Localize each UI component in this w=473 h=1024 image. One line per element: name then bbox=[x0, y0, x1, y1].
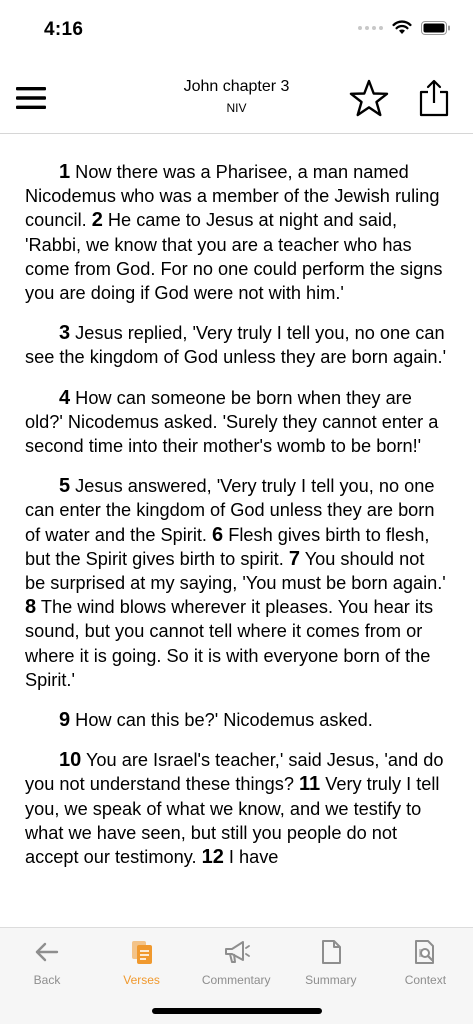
tab-summary[interactable]: Summary bbox=[284, 928, 378, 998]
home-indicator bbox=[152, 1008, 322, 1014]
verse-paragraph: 4 How can someone be born when they are … bbox=[25, 386, 448, 459]
verse-text: The wind blows wherever it pleases. You … bbox=[25, 597, 434, 690]
tab-context[interactable]: Context bbox=[378, 928, 472, 998]
back-arrow-icon bbox=[33, 938, 61, 966]
tab-verses[interactable]: Verses bbox=[95, 928, 189, 998]
verse-number[interactable]: 10 bbox=[59, 749, 81, 771]
context-search-icon bbox=[411, 938, 439, 966]
verse-text: How can this be?' Nicodemus asked. bbox=[70, 710, 373, 731]
verse-number[interactable]: 9 bbox=[59, 709, 70, 731]
translation-label: NIV bbox=[226, 101, 247, 115]
tab-label: Context bbox=[404, 973, 447, 987]
tab-commentary[interactable]: Commentary bbox=[189, 928, 283, 998]
verse-number[interactable]: 3 bbox=[59, 322, 70, 344]
status-time: 4:16 bbox=[44, 19, 84, 40]
tab-label: Verses bbox=[123, 973, 160, 987]
verse-number[interactable]: 2 bbox=[92, 209, 103, 231]
verse-paragraph: 9 How can this be?' Nicodemus asked. bbox=[25, 708, 448, 732]
share-icon[interactable] bbox=[418, 79, 450, 117]
verse-text: How can someone be born when they are ol… bbox=[25, 387, 439, 457]
tab-back[interactable]: Back bbox=[0, 928, 94, 998]
status-bar: 4:16 bbox=[0, 0, 473, 56]
verse-paragraph: 1 Now there was a Pharisee, a man named … bbox=[25, 160, 448, 305]
verse-number[interactable]: 1 bbox=[59, 161, 70, 183]
verse-paragraph: 5 Jesus answered, 'Very truly I tell you… bbox=[25, 474, 448, 692]
verse-number[interactable]: 8 bbox=[25, 596, 36, 618]
chapter-text[interactable]: 1 Now there was a Pharisee, a man named … bbox=[0, 134, 473, 927]
megaphone-icon bbox=[222, 938, 251, 966]
wifi-icon bbox=[392, 20, 412, 34]
verse-number[interactable]: 4 bbox=[59, 387, 70, 409]
verse-number[interactable]: 6 bbox=[212, 524, 223, 546]
verse-number[interactable]: 7 bbox=[289, 548, 300, 570]
tab-label: Back bbox=[33, 973, 61, 987]
verse-number[interactable]: 12 bbox=[202, 846, 224, 868]
battery-icon bbox=[421, 20, 450, 35]
verse-text: I have bbox=[223, 847, 279, 868]
nav-bar: John chapter 3 NIV bbox=[0, 56, 473, 134]
chapter-title: John chapter 3 bbox=[183, 78, 290, 95]
verses-icon bbox=[128, 938, 156, 966]
tab-label: Summary bbox=[305, 973, 357, 987]
verse-paragraph: 10 You are Israel's teacher,' said Jesus… bbox=[25, 748, 448, 869]
status-icons bbox=[358, 20, 451, 35]
verse-number[interactable]: 11 bbox=[299, 773, 320, 795]
cellular-signal-icon bbox=[358, 25, 383, 30]
verse-paragraph: 3 Jesus replied, 'Very truly I tell you,… bbox=[25, 321, 448, 369]
bookmark-star-icon[interactable] bbox=[349, 79, 389, 117]
document-icon bbox=[317, 938, 345, 966]
verse-number[interactable]: 5 bbox=[59, 475, 70, 497]
verse-text: Jesus replied, 'Very truly I tell you, n… bbox=[25, 323, 447, 368]
tab-label: Commentary bbox=[201, 973, 271, 987]
